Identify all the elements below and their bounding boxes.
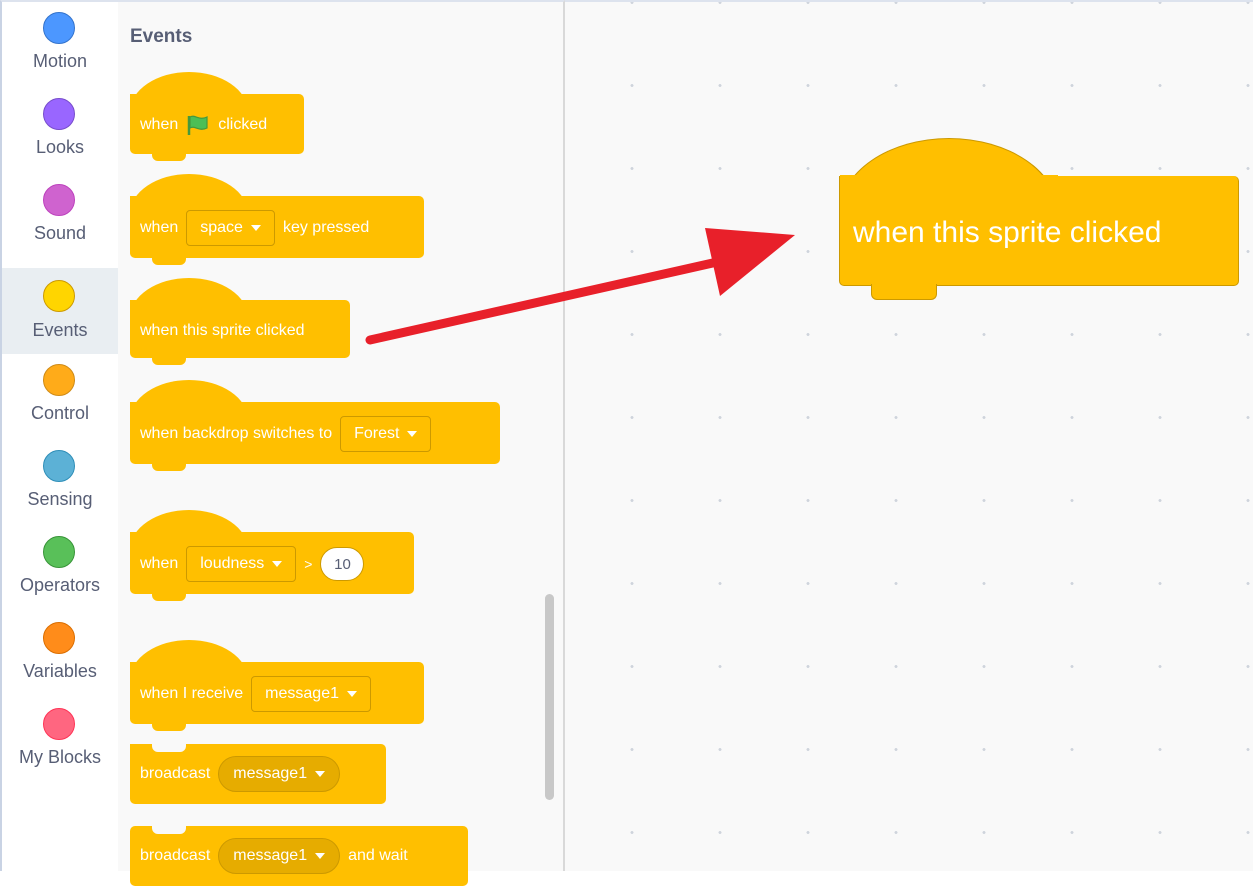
annotation-arrow <box>365 228 795 345</box>
arrow-shaft <box>365 253 740 345</box>
arrow-head <box>705 228 795 296</box>
